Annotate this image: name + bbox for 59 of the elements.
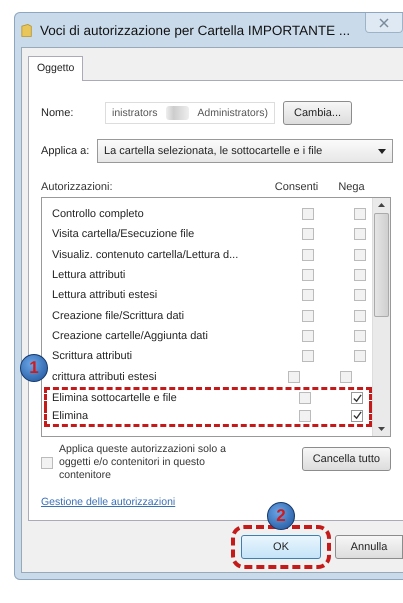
apply-only-checkbox[interactable] xyxy=(41,457,53,469)
permission-name: Visualiz. contenuto cartella/Lettura d... xyxy=(52,248,240,261)
deny-checkbox[interactable] xyxy=(354,330,366,342)
allow-checkbox[interactable] xyxy=(302,289,314,302)
permissions-heading: Autorizzazioni: xyxy=(41,181,114,193)
manage-permissions-link[interactable]: Gestione delle autorizzazioni xyxy=(41,496,176,508)
permission-name: Lettura attributi xyxy=(52,269,126,282)
permission-name: Controllo completo xyxy=(52,208,145,220)
permission-name: Creazione file/Scrittura dati xyxy=(52,310,186,322)
permission-name: Elimina sottocartelle e file xyxy=(52,392,178,404)
permission-name: Elimina xyxy=(52,410,90,422)
tab[interactable]: Oggetto xyxy=(28,56,84,81)
allow-checkbox[interactable] xyxy=(302,228,314,240)
permission-name: Creazione cartelle/Aggiunta dati xyxy=(52,330,209,342)
allow-checkbox[interactable] xyxy=(302,248,314,261)
window-title: Voci di autorizzazione per Cartella IMPORTANTE ... xyxy=(40,22,352,38)
permission-name: Lettura attributi estesi xyxy=(52,289,158,302)
allow-checkbox[interactable] xyxy=(299,392,311,404)
dropdown-caret-icon xyxy=(378,148,386,154)
deny-checkbox[interactable] xyxy=(351,410,363,422)
allow-checkbox[interactable] xyxy=(288,370,300,383)
deny-checkbox[interactable] xyxy=(354,208,366,220)
apply-only-label: Applica queste autorizzazioni solo a oggetti e/o contenitori in questo contenitore xyxy=(59,443,227,482)
deny-checkbox[interactable] xyxy=(354,310,366,322)
deny-checkbox[interactable] xyxy=(340,370,352,383)
deny-checkbox[interactable] xyxy=(354,248,366,261)
step-badge: 2 xyxy=(267,502,295,530)
step-badge: 1 xyxy=(20,354,48,382)
permission-name: Scrittura attributi xyxy=(52,350,134,362)
allow-checkbox[interactable] xyxy=(299,410,311,422)
scrollbar[interactable] xyxy=(372,198,390,436)
deny-checkbox[interactable] xyxy=(354,350,366,362)
scroll-up-icon xyxy=(378,203,385,207)
deny-checkbox[interactable] xyxy=(354,269,366,282)
blurred-redaction xyxy=(166,106,190,120)
deny-checkbox[interactable] xyxy=(354,289,366,302)
close-button[interactable] xyxy=(365,13,403,33)
close-icon xyxy=(379,18,389,28)
permission-name: crittura attributi estesi xyxy=(52,370,158,383)
apply-to-dropdown[interactable]: La cartella selezionata, le sottocartelle e i file xyxy=(97,139,393,163)
folder-icon xyxy=(21,22,33,38)
change-button[interactable]: Cambia... xyxy=(283,101,352,125)
deny-checkbox[interactable] xyxy=(354,228,366,240)
allow-checkbox[interactable] xyxy=(302,310,314,322)
column-header: Nega xyxy=(337,181,366,193)
scrollbar-thumb[interactable] xyxy=(374,213,389,317)
allow-checkbox[interactable] xyxy=(302,269,314,282)
field-label: Applica a: xyxy=(41,145,90,157)
allow-checkbox[interactable] xyxy=(302,208,314,220)
column-header: Consenti xyxy=(274,181,320,193)
dialog-button[interactable]: Annulla xyxy=(335,535,403,559)
deny-checkbox[interactable] xyxy=(351,392,363,404)
permission-name: Visita cartella/Esecuzione file xyxy=(52,228,196,240)
clear-all-button[interactable]: Cancella tutto xyxy=(302,447,391,471)
allow-checkbox[interactable] xyxy=(302,350,314,362)
field-label: Nome: xyxy=(41,107,74,119)
name-field[interactable]: inistrators Administrators) xyxy=(105,102,275,124)
allow-checkbox[interactable] xyxy=(302,330,314,342)
scroll-down-icon xyxy=(378,427,385,431)
